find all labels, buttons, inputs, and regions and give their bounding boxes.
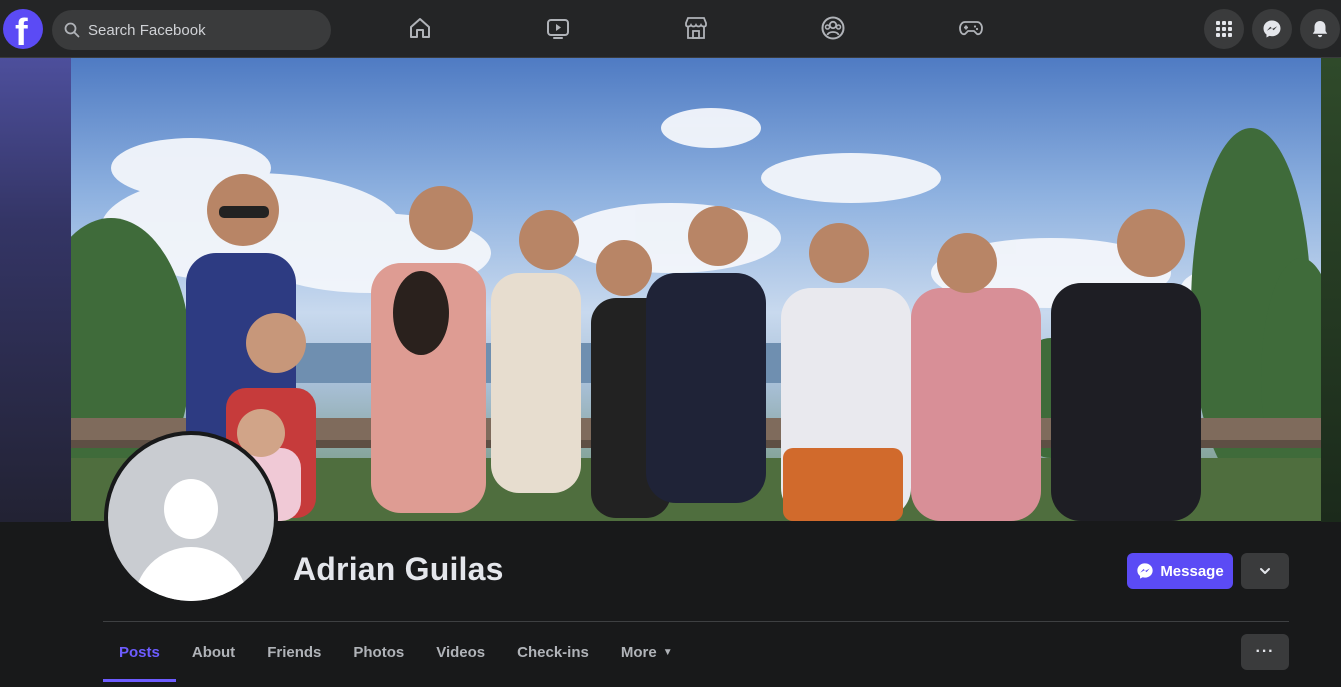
avatar-head xyxy=(164,479,218,539)
cover-photo-illustration xyxy=(71,108,1321,521)
top-navigation-bar: f xyxy=(0,0,1341,58)
message-button-label: Message xyxy=(1160,562,1224,580)
facebook-logo[interactable]: f xyxy=(3,9,43,49)
tab-posts[interactable]: Posts xyxy=(103,622,176,682)
menu-grid-icon xyxy=(1216,21,1232,37)
message-button[interactable]: Message xyxy=(1127,553,1233,589)
menu-grid-button[interactable] xyxy=(1204,9,1244,49)
notifications-button[interactable] xyxy=(1300,9,1340,49)
cover-photo[interactable] xyxy=(71,58,1321,521)
notifications-icon xyxy=(1312,21,1328,38)
cover-backdrop-right xyxy=(1321,58,1341,522)
ellipsis-icon: ··· xyxy=(1255,643,1275,660)
tab-label: Videos xyxy=(436,643,486,661)
tab-label: Friends xyxy=(267,643,322,661)
tab-about[interactable]: About xyxy=(176,622,251,682)
profile-tabs: Posts About Friends Photos Videos Check-… xyxy=(103,622,689,682)
tab-check-ins[interactable]: Check-ins xyxy=(501,622,605,682)
tab-friends[interactable]: Friends xyxy=(251,622,337,682)
profile-picture[interactable] xyxy=(104,431,278,605)
tab-photos[interactable]: Photos xyxy=(337,622,420,682)
profile-name: Adrian Guilas xyxy=(293,551,504,587)
messenger-icon xyxy=(1137,563,1153,579)
tab-label: About xyxy=(191,643,236,661)
cover-backdrop-left xyxy=(0,58,71,522)
home-icon[interactable] xyxy=(406,14,434,42)
bottom-strip xyxy=(0,682,1341,687)
avatar-shoulders xyxy=(134,547,248,601)
watch-icon[interactable] xyxy=(544,14,572,42)
tab-label: Posts xyxy=(119,643,160,661)
profile-options-dropdown[interactable] xyxy=(1241,553,1289,589)
tab-more[interactable]: More ▼ xyxy=(605,622,689,682)
messenger-button[interactable] xyxy=(1252,9,1292,49)
search-icon xyxy=(64,22,80,38)
tab-label: Photos xyxy=(353,643,405,661)
search-box[interactable] xyxy=(52,10,331,50)
tab-label: More xyxy=(620,643,657,661)
tab-label: Check-ins xyxy=(517,643,589,661)
chevron-down-icon xyxy=(1260,568,1270,574)
logo-letter: f xyxy=(15,12,28,49)
search-input[interactable] xyxy=(88,21,308,39)
default-avatar-icon xyxy=(108,435,274,601)
groups-icon[interactable] xyxy=(819,14,847,42)
more-options-button[interactable]: ··· xyxy=(1241,634,1289,670)
gaming-icon[interactable] xyxy=(957,14,985,42)
caret-down-icon: ▼ xyxy=(662,646,673,658)
marketplace-icon[interactable] xyxy=(682,14,710,42)
messenger-icon xyxy=(1263,20,1281,38)
tab-videos[interactable]: Videos xyxy=(420,622,501,682)
